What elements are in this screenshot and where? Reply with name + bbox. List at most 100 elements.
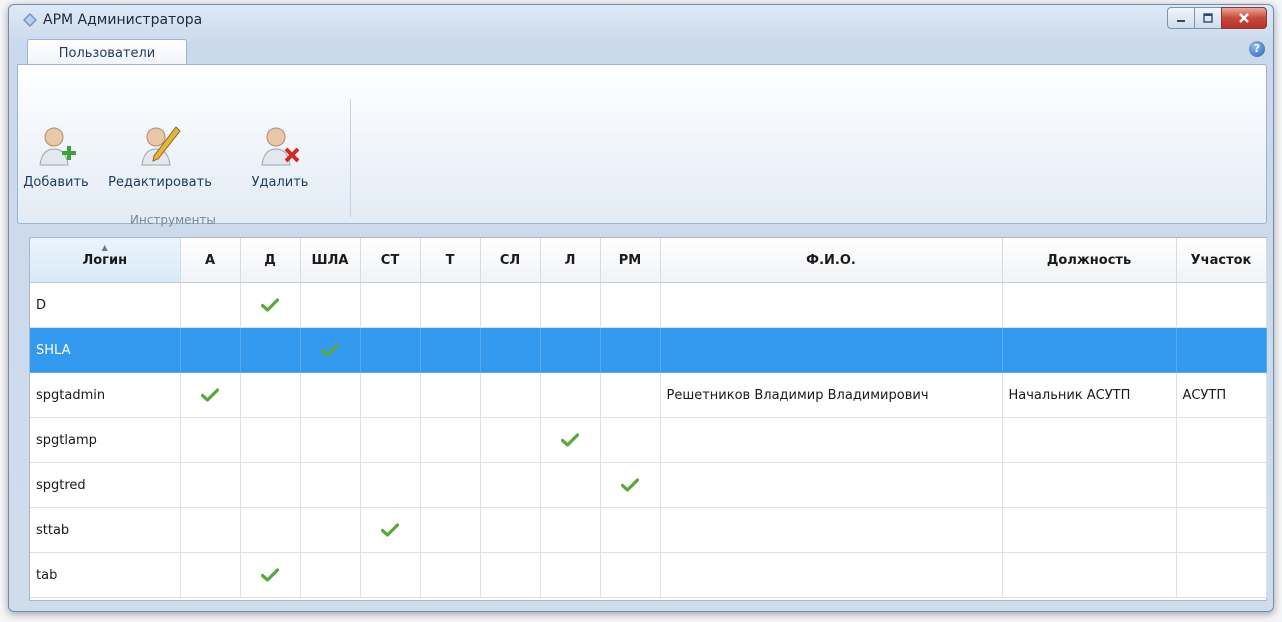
column-header-fio[interactable]: Ф.И.О. — [660, 238, 1003, 283]
fio-cell — [660, 507, 1003, 553]
login-cell: tab — [30, 552, 181, 598]
flag-cell[interactable] — [480, 507, 541, 553]
area-cell — [1176, 552, 1267, 598]
column-header-a[interactable]: А — [180, 238, 241, 283]
edit-user-button[interactable]: Редактировать — [108, 123, 212, 190]
flag-cell[interactable] — [480, 462, 541, 508]
flag-cell[interactable] — [600, 462, 661, 508]
flag-cell[interactable] — [600, 327, 661, 373]
maximize-button[interactable] — [1194, 7, 1221, 29]
column-header-st[interactable]: СТ — [360, 238, 421, 283]
table-row[interactable]: spgtred — [30, 462, 1267, 508]
maximize-icon — [1203, 13, 1213, 23]
flag-cell[interactable] — [240, 282, 301, 328]
close-button[interactable] — [1221, 7, 1267, 29]
flag-cell[interactable] — [240, 372, 301, 418]
table-row[interactable]: sttab — [30, 507, 1267, 553]
add-user-button[interactable]: Добавить — [18, 123, 94, 190]
flag-cell[interactable] — [300, 372, 361, 418]
column-header-l[interactable]: Л — [540, 238, 601, 283]
flag-cell[interactable] — [300, 507, 361, 553]
flag-cell[interactable] — [540, 327, 601, 373]
column-header-area[interactable]: Участок — [1176, 238, 1267, 283]
fio-cell — [660, 552, 1003, 598]
fio-cell — [660, 417, 1003, 463]
flag-cell[interactable] — [480, 417, 541, 463]
flag-cell[interactable] — [360, 552, 421, 598]
close-icon — [1239, 13, 1249, 23]
flag-cell[interactable] — [300, 462, 361, 508]
help-icon[interactable]: ? — [1249, 41, 1265, 57]
flag-cell[interactable] — [300, 552, 361, 598]
flag-cell[interactable] — [180, 417, 241, 463]
flag-cell[interactable] — [360, 282, 421, 328]
flag-cell[interactable] — [600, 417, 661, 463]
flag-cell[interactable] — [240, 417, 301, 463]
flag-cell[interactable] — [360, 417, 421, 463]
flag-cell[interactable] — [180, 462, 241, 508]
flag-cell[interactable] — [540, 372, 601, 418]
column-header-sl[interactable]: СЛ — [480, 238, 541, 283]
flag-cell[interactable] — [420, 282, 481, 328]
column-header-rm[interactable]: РМ — [600, 238, 661, 283]
flag-cell[interactable] — [180, 372, 241, 418]
flag-cell[interactable] — [600, 372, 661, 418]
flag-cell[interactable] — [360, 462, 421, 508]
ribbon-tabbar: Пользователи ? — [17, 35, 1265, 66]
flag-cell[interactable] — [420, 462, 481, 508]
flag-cell[interactable] — [480, 552, 541, 598]
flag-cell[interactable] — [300, 282, 361, 328]
flag-cell[interactable] — [420, 552, 481, 598]
flag-cell[interactable] — [240, 327, 301, 373]
flag-cell[interactable] — [540, 462, 601, 508]
position-cell — [1002, 552, 1177, 598]
column-header-d[interactable]: Д — [240, 238, 301, 283]
flag-cell[interactable] — [540, 552, 601, 598]
flag-cell[interactable] — [180, 282, 241, 328]
flag-cell[interactable] — [540, 282, 601, 328]
flag-cell[interactable] — [300, 417, 361, 463]
flag-cell[interactable] — [420, 417, 481, 463]
flag-cell[interactable] — [540, 507, 601, 553]
flag-cell[interactable] — [600, 282, 661, 328]
ribbon-panel: Добавить Редактировать Удалить Инструмен… — [17, 64, 1267, 227]
flag-cell[interactable] — [180, 552, 241, 598]
column-header-t[interactable]: Т — [420, 238, 481, 283]
flag-cell[interactable] — [300, 327, 361, 373]
column-header-position[interactable]: Должность — [1002, 238, 1177, 283]
flag-cell[interactable] — [240, 462, 301, 508]
flag-cell[interactable] — [420, 327, 481, 373]
table-row[interactable]: D — [30, 282, 1267, 328]
table-row[interactable]: SHLA — [30, 327, 1267, 373]
login-cell: spgtlamp — [30, 417, 181, 463]
flag-cell[interactable] — [600, 552, 661, 598]
column-header-login[interactable]: ▲ Логин — [30, 238, 181, 283]
delete-button-label: Удалить — [251, 175, 309, 190]
table-row[interactable]: spgtlamp — [30, 417, 1267, 463]
table-row[interactable]: spgtadmin Решетников Владимир Владимирови… — [30, 372, 1267, 418]
flag-cell[interactable] — [420, 507, 481, 553]
flag-cell[interactable] — [480, 327, 541, 373]
table-row[interactable]: tab — [30, 552, 1267, 598]
flag-cell[interactable] — [360, 327, 421, 373]
flag-cell[interactable] — [420, 372, 481, 418]
flag-cell[interactable] — [240, 507, 301, 553]
flag-cell[interactable] — [240, 552, 301, 598]
ribbon-group-separator — [350, 99, 351, 217]
column-header-shla[interactable]: ШЛА — [300, 238, 361, 283]
position-cell — [1002, 507, 1177, 553]
flag-cell[interactable] — [180, 327, 241, 373]
delete-user-button[interactable]: Удалить — [244, 123, 316, 190]
window-title: АРМ Администратора — [43, 12, 203, 28]
flag-cell[interactable] — [180, 507, 241, 553]
flag-cell[interactable] — [480, 282, 541, 328]
flag-cell[interactable] — [600, 507, 661, 553]
flag-cell[interactable] — [480, 372, 541, 418]
title-bar[interactable]: АРМ Администратора — [9, 5, 1273, 35]
tab-users[interactable]: Пользователи — [27, 39, 187, 66]
flag-cell[interactable] — [360, 507, 421, 553]
flag-cell[interactable] — [540, 417, 601, 463]
login-cell: spgtadmin — [30, 372, 181, 418]
minimize-button[interactable] — [1167, 7, 1194, 29]
flag-cell[interactable] — [360, 372, 421, 418]
